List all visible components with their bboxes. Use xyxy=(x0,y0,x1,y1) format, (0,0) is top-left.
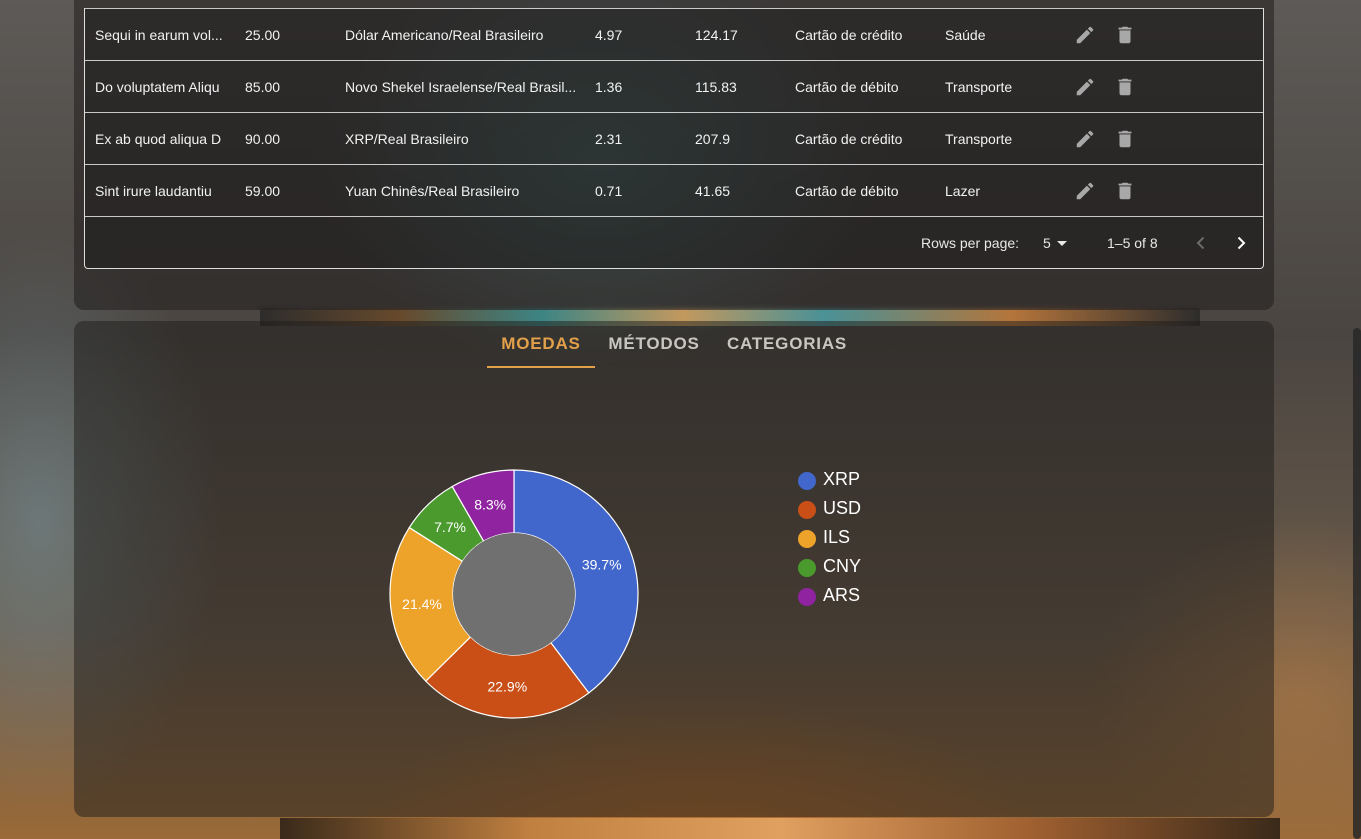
background-bottom xyxy=(280,818,1280,839)
tab-indicator xyxy=(487,366,595,368)
page-scrollbar[interactable] xyxy=(1353,328,1361,839)
charts-card: MOEDAS MÉTODOS CATEGORIAS 39.7% 22.9% 21.4… xyxy=(74,321,1274,817)
table-pagination: Rows per page: 5 1–5 of 8 xyxy=(85,216,1263,269)
cell-converted: 41.65 xyxy=(695,183,731,199)
cell-value: 59.00 xyxy=(245,183,281,199)
cell-method: Cartão de débito xyxy=(795,79,899,95)
legend-label: USD xyxy=(823,498,862,518)
legend-label: XRP xyxy=(823,469,861,489)
cell-converted: 115.83 xyxy=(695,79,737,95)
chart-tabs: MOEDAS MÉTODOS CATEGORIAS xyxy=(74,321,1274,369)
pencil-icon[interactable] xyxy=(1074,24,1096,46)
legend-swatch xyxy=(798,559,816,577)
cell-rate: 2.31 xyxy=(595,131,623,147)
trash-icon[interactable] xyxy=(1114,24,1136,46)
cell-value: 25.00 xyxy=(245,27,281,43)
legend-swatch xyxy=(798,530,816,548)
trash-icon[interactable] xyxy=(1114,180,1136,202)
legend-swatch xyxy=(798,501,816,519)
expenses-table: Sequi in earum vol... 25.00 Dólar Americ… xyxy=(84,8,1264,269)
cell-currency: Yuan Chinês/Real Brasileiro xyxy=(345,183,520,199)
legend-label: ARS xyxy=(823,585,861,605)
donut-hole xyxy=(453,533,575,655)
legend-label: ILS xyxy=(823,527,851,547)
cell-rate: 1.36 xyxy=(595,79,623,95)
cell-currency: XRP/Real Brasileiro xyxy=(345,131,469,147)
legend-swatch xyxy=(798,588,816,606)
slice-label-cny: 7.7% xyxy=(434,519,466,535)
cell-method: Cartão de débito xyxy=(795,183,899,199)
cell-rate: 4.97 xyxy=(595,27,623,43)
cell-converted: 207.9 xyxy=(695,131,731,147)
legend-swatch xyxy=(798,472,816,490)
table-row: Do voluptatem Aliqu 85.00 Novo Shekel Is… xyxy=(85,60,1263,113)
slice-label-xrp: 39.7% xyxy=(582,557,622,573)
cell-method: Cartão de crédito xyxy=(795,27,903,43)
trash-icon[interactable] xyxy=(1114,128,1136,150)
cell-rate: 0.71 xyxy=(595,183,623,199)
cell-description: Sint irure laudantiu xyxy=(95,183,212,199)
tab-categorias[interactable]: CATEGORIAS xyxy=(714,321,860,369)
cell-category: Saúde xyxy=(945,27,986,43)
slice-label-ars: 8.3% xyxy=(474,497,506,513)
cell-method: Cartão de crédito xyxy=(795,131,903,147)
cell-converted: 124.17 xyxy=(695,27,738,43)
cell-category: Lazer xyxy=(945,183,981,199)
slice-label-usd: 22.9% xyxy=(487,678,527,694)
table-row: Sequi in earum vol... 25.00 Dólar Americ… xyxy=(85,8,1263,61)
cell-category: Transporte xyxy=(945,131,1013,147)
cell-currency: Dólar Americano/Real Brasileiro xyxy=(345,27,544,43)
expenses-card: Sequi in earum vol... 25.00 Dólar Americ… xyxy=(74,0,1274,310)
slice-label-ils: 21.4% xyxy=(402,596,442,612)
chevron-left-icon[interactable] xyxy=(1189,231,1213,255)
pencil-icon[interactable] xyxy=(1074,180,1096,202)
tab-metodos[interactable]: MÉTODOS xyxy=(596,321,712,369)
table-row: Sint irure laudantiu 59.00 Yuan Chinês/R… xyxy=(85,164,1263,217)
cell-description: Ex ab quod aliqua D xyxy=(95,131,222,147)
legend-label: CNY xyxy=(823,556,862,576)
pencil-icon[interactable] xyxy=(1074,76,1096,98)
chevron-right-icon[interactable] xyxy=(1229,231,1253,255)
trash-icon[interactable] xyxy=(1114,76,1136,98)
cell-value: 85.00 xyxy=(245,79,281,95)
table-row: Ex ab quod aliqua D 90.00 XRP/Real Brasi… xyxy=(85,112,1263,165)
cell-description: Do voluptatem Aliqu xyxy=(95,79,220,95)
cell-currency: Novo Shekel Israelense/Real Brasil... xyxy=(345,79,577,95)
rows-per-page-label: Rows per page: xyxy=(921,235,1020,251)
caret-down-icon[interactable] xyxy=(1057,241,1067,246)
cell-value: 90.00 xyxy=(245,131,281,147)
pencil-icon[interactable] xyxy=(1074,128,1096,150)
tab-moedas[interactable]: MOEDAS xyxy=(487,321,595,369)
pagination-range: 1–5 of 8 xyxy=(1107,235,1158,251)
currency-donut-chart: 39.7% 22.9% 21.4% 7.7% 8.3% xyxy=(389,469,639,719)
cell-category: Transporte xyxy=(945,79,1013,95)
cell-description: Sequi in earum vol... xyxy=(95,27,223,43)
